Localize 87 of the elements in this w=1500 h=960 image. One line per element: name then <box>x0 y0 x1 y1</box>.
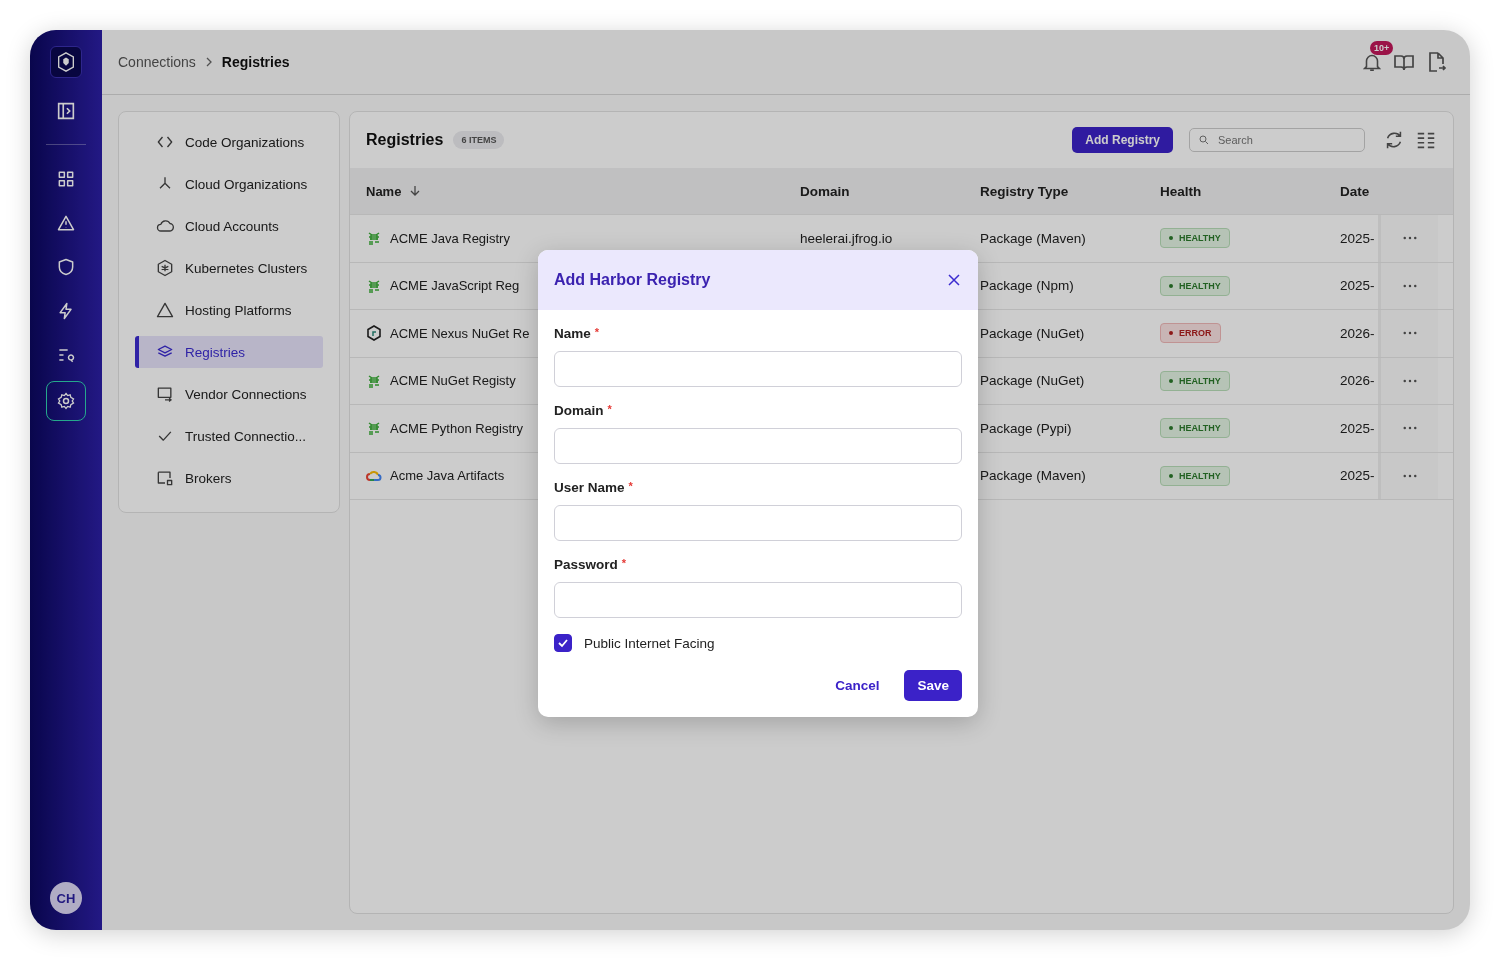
health-status-tag: HEALTHY <box>1160 228 1230 249</box>
breadcrumb-item[interactable]: Connections <box>118 54 196 70</box>
menu-item-icon <box>155 300 175 320</box>
field-label: User Name <box>554 480 625 495</box>
menu-item[interactable]: Vendor Connections <box>135 378 323 410</box>
registry-name[interactable]: ACME JavaScript Reg <box>390 278 520 294</box>
registry-name[interactable]: ACME NuGet Registy <box>390 373 516 389</box>
input-field[interactable] <box>554 428 962 464</box>
more-options-icon[interactable] <box>1402 236 1417 241</box>
input-field[interactable] <box>554 582 962 618</box>
registry-type: Package (Maven) <box>980 230 1086 246</box>
more-options-icon[interactable] <box>1402 426 1417 431</box>
user-avatar[interactable]: CH <box>50 882 82 914</box>
breadcrumb-item[interactable]: Registries <box>221 54 290 70</box>
checkbox[interactable] <box>554 634 572 652</box>
menu-item-icon <box>155 258 175 278</box>
item-count: 6 ITEMS <box>453 131 505 149</box>
required-mark: * <box>594 326 600 340</box>
save-button[interactable]: Save <box>904 670 962 701</box>
more-options-icon[interactable] <box>1402 283 1417 288</box>
registry-type: Package (Npm) <box>980 278 1074 294</box>
menu-item[interactable]: Cloud Organizations <box>135 168 323 200</box>
date-text: 2026- <box>1340 373 1375 389</box>
health-status-tag: HEALTHY <box>1160 370 1230 391</box>
date-text: 2025- <box>1340 278 1375 294</box>
menu-item[interactable]: Trusted Connectio... <box>135 420 323 452</box>
registry-type: Package (NuGet) <box>980 373 1085 389</box>
search-field[interactable]: Search <box>1189 128 1365 152</box>
column-header[interactable]: Date <box>1340 183 1370 199</box>
menu-item[interactable]: Kubernetes Clusters <box>135 252 323 284</box>
logo-icon[interactable] <box>50 46 82 78</box>
domain-text: heelerai.jfrog.io <box>800 230 893 246</box>
registry-type: Package (Maven) <box>980 468 1086 484</box>
panel-toggle-icon[interactable] <box>55 100 77 122</box>
close-icon[interactable] <box>948 274 960 286</box>
field-label: Domain <box>554 403 604 418</box>
health-status-tag: HEALTHY <box>1160 465 1230 486</box>
checkbox-label: Public Internet Facing <box>584 635 715 651</box>
column-header[interactable]: Name <box>366 183 402 199</box>
settings-button[interactable] <box>46 381 86 421</box>
registry-type: Package (NuGet) <box>980 325 1085 341</box>
date-text: 2025- <box>1340 420 1375 436</box>
rail-nav-icon[interactable] <box>56 169 76 189</box>
settings-icon <box>56 391 76 411</box>
menu-item[interactable]: Cloud Accounts <box>135 210 323 242</box>
field-label: Password <box>554 557 618 572</box>
menu-item[interactable]: Code Organizations <box>135 126 323 158</box>
hexagon-logo-icon <box>366 325 382 342</box>
registry-name[interactable]: ACME Python Registry <box>390 420 523 436</box>
rail-nav-icon[interactable] <box>56 213 76 233</box>
rail-nav-icon[interactable] <box>56 257 76 277</box>
dialog-title: Add Harbor Registry <box>554 271 711 289</box>
field-label: Name <box>554 326 591 341</box>
date-text: 2025- <box>1340 230 1375 246</box>
cancel-button[interactable]: Cancel <box>822 670 893 701</box>
required-mark: * <box>621 557 627 571</box>
panel-title: Registries <box>366 131 444 149</box>
input-field[interactable] <box>554 505 962 541</box>
registry-name[interactable]: ACME Nexus NuGet Re <box>390 325 530 341</box>
required-mark: * <box>607 403 612 417</box>
frog-logo-icon <box>366 420 382 437</box>
menu-item[interactable]: Registries <box>135 336 323 368</box>
health-status-tag: ERROR <box>1160 323 1221 344</box>
more-options-icon[interactable] <box>1402 378 1417 383</box>
more-options-icon[interactable] <box>1402 331 1417 336</box>
column-header[interactable]: Domain <box>800 183 850 199</box>
registry-type: Package (Pypi) <box>980 420 1072 436</box>
notification-count: 10+ <box>1370 41 1394 55</box>
health-status-tag: HEALTHY <box>1160 275 1230 296</box>
date-text: 2026- <box>1340 325 1375 341</box>
frog-logo-icon <box>366 277 382 294</box>
checkmark-icon <box>557 637 569 649</box>
registry-name[interactable]: Acme Java Artifacts <box>390 468 505 484</box>
column-header[interactable]: Health <box>1160 183 1202 199</box>
date-text: 2025- <box>1340 468 1375 484</box>
frog-logo-icon <box>366 230 382 247</box>
menu-item[interactable]: Hosting Platforms <box>135 294 323 326</box>
add-registry-button[interactable]: Add Registry <box>1072 127 1173 153</box>
registry-name[interactable]: ACME Java Registry <box>390 230 510 246</box>
sort-down-icon[interactable] <box>409 185 422 197</box>
health-status-tag: HEALTHY <box>1160 418 1230 439</box>
frog-logo-icon <box>366 372 382 389</box>
column-header[interactable]: Registry Type <box>980 183 1069 199</box>
required-mark: * <box>628 480 633 494</box>
more-options-icon[interactable] <box>1402 473 1417 478</box>
input-field[interactable] <box>554 351 962 387</box>
menu-item[interactable]: Brokers <box>135 462 323 494</box>
